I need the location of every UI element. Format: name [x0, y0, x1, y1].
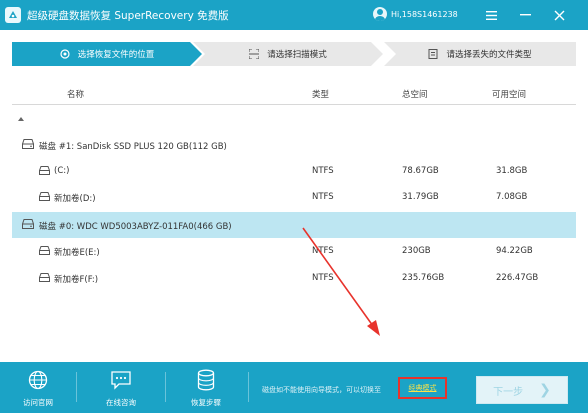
step-label: 选择恢复文件的位置 [77, 50, 155, 60]
recovery-steps-button[interactable]: 恢复步骤 [181, 369, 231, 408]
target-icon [60, 49, 70, 59]
divider [248, 372, 249, 402]
user-avatar-icon [373, 7, 387, 21]
volume-type: NTFS [312, 273, 334, 283]
globe-icon [27, 369, 49, 391]
file-icon [428, 49, 438, 59]
disk-name: 磁盘 #0: WDC WD5003ABYZ-011FA0(466 GB) [39, 222, 232, 232]
disk-name: 磁盘 #1: SanDisk SSD PLUS 120 GB(112 GB) [39, 142, 227, 152]
app-logo-icon [5, 7, 21, 23]
step-scan-mode[interactable]: 请选择扫描模式 [193, 42, 383, 66]
hard-disk-icon [22, 219, 34, 229]
table-row[interactable]: (C:) NTFS 78.67GB 31.8GB [12, 158, 576, 184]
database-icon [195, 369, 217, 391]
mode-hint-text: 磁盘如不能使用向导模式，可以切换至 [262, 386, 381, 394]
table-row[interactable]: 新加卷E(E:) NTFS 230GB 94.22GB [12, 238, 576, 264]
table-row[interactable]: 新加卷(D:) NTFS 31.79GB 7.08GB [12, 184, 576, 210]
chat-icon [110, 369, 132, 391]
column-free-header[interactable]: 可用空间 [492, 88, 526, 100]
divider [76, 372, 77, 402]
volume-name: (C:) [54, 166, 70, 176]
user-name: Hi,158S1461238 [391, 9, 458, 19]
volume-icon [39, 192, 50, 201]
volume-type: NTFS [312, 246, 334, 256]
volume-total: 78.67GB [402, 166, 439, 176]
column-total-header[interactable]: 总空间 [402, 88, 428, 100]
volume-free: 226.47GB [496, 273, 539, 283]
online-consult-button[interactable]: 在线咨询 [96, 369, 146, 408]
step-label: 请选择扫描模式 [267, 50, 327, 60]
volume-icon [39, 246, 50, 255]
hard-disk-icon [22, 139, 34, 149]
column-type-header[interactable]: 类型 [312, 88, 329, 100]
volume-icon [39, 166, 50, 175]
volume-free: 7.08GB [496, 192, 528, 202]
volume-total: 235.76GB [402, 273, 445, 283]
visit-website-button[interactable]: 访问官网 [13, 369, 63, 408]
close-icon[interactable] [552, 8, 566, 22]
volume-free: 31.8GB [496, 166, 528, 176]
scan-icon [248, 48, 260, 60]
menu-icon[interactable] [484, 8, 498, 22]
volume-type: NTFS [312, 166, 334, 176]
volume-name: 新加卷(D:) [54, 194, 96, 204]
classic-mode-link[interactable]: 经典模式 [409, 383, 437, 393]
step-label: 请选择丢失的文件类型 [446, 50, 532, 60]
volume-name: 新加卷E(E:) [54, 248, 100, 258]
volume-total: 31.79GB [402, 192, 439, 202]
divider [165, 372, 166, 402]
step-wizard: 选择恢复文件的位置 请选择扫描模式 请选择丢失的文件类型 [0, 30, 588, 78]
next-step-label: 下一步 [493, 386, 524, 398]
volume-free: 94.22GB [496, 246, 533, 256]
volume-total: 230GB [402, 246, 431, 256]
table-row[interactable]: 新加卷F(F:) NTFS 235.76GB 226.47GB [12, 265, 576, 291]
table-row-selected[interactable]: 磁盘 #0: WDC WD5003ABYZ-011FA0(466 GB) [12, 212, 576, 238]
column-name-header[interactable]: 名称 [67, 88, 84, 100]
title-bar: 超级硬盘数据恢复 SuperRecovery 免费版 Hi,158S146123… [0, 0, 588, 30]
table-row[interactable]: 磁盘 #1: SanDisk SSD PLUS 120 GB(112 GB) [12, 132, 576, 158]
volume-type: NTFS [312, 192, 334, 202]
next-step-button[interactable]: 下一步 ❯ [476, 376, 568, 404]
table-header: 名称 类型 总空间 可用空间 [12, 81, 576, 105]
collapse-arrow-icon[interactable] [18, 117, 24, 121]
step-file-type[interactable]: 请选择丢失的文件类型 [384, 42, 576, 66]
minimize-icon[interactable] [518, 8, 532, 22]
classic-mode-link-box[interactable]: 经典模式 [398, 377, 447, 399]
chevron-right-icon: ❯ [539, 382, 551, 398]
recovery-steps-label: 恢复步骤 [191, 398, 221, 407]
volume-name: 新加卷F(F:) [54, 275, 99, 285]
app-title: 超级硬盘数据恢复 SuperRecovery 免费版 [27, 9, 229, 22]
volume-icon [39, 273, 50, 282]
online-consult-label: 在线咨询 [106, 398, 136, 407]
user-account[interactable]: Hi,158S1461238 [373, 7, 458, 21]
visit-website-label: 访问官网 [23, 398, 53, 407]
step-select-location[interactable]: 选择恢复文件的位置 [12, 42, 202, 66]
bottom-bar: 访问官网 在线咨询 恢复步骤 磁盘如不能使用向导模式，可以切换至 经典模式 下一… [0, 362, 588, 413]
